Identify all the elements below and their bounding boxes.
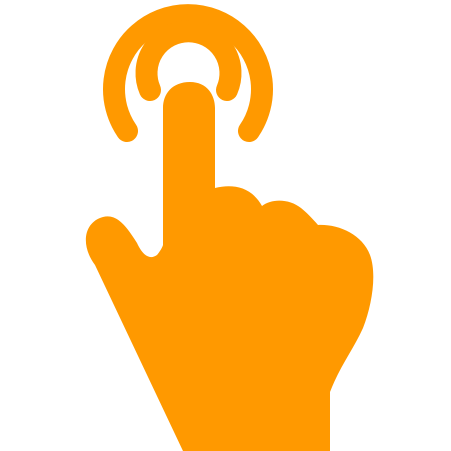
inner-signal-arc xyxy=(135,20,242,101)
tap-gesture-icon xyxy=(85,4,374,451)
tap-gesture-icon-canvas xyxy=(0,0,451,451)
